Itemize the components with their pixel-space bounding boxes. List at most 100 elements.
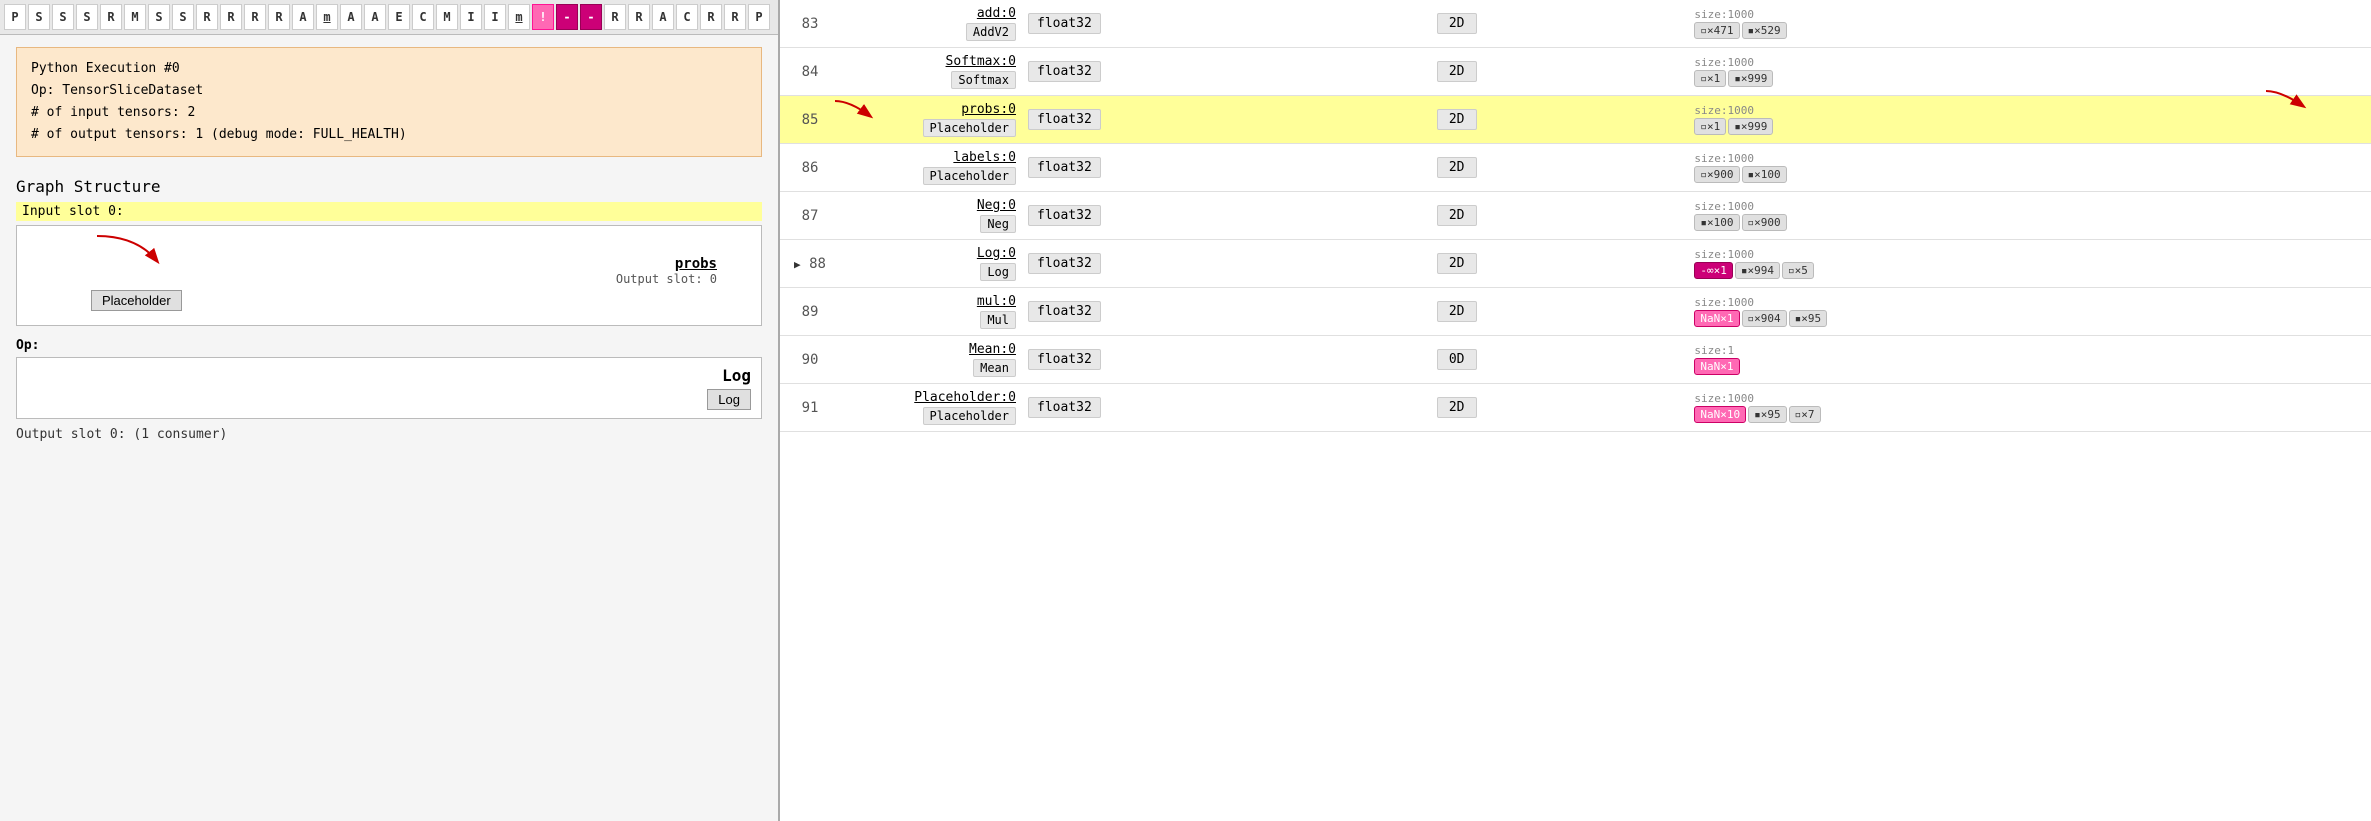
- info-output-tensors: # of output tensors: 1 (debug mode: FULL…: [31, 124, 747, 146]
- char-A4[interactable]: A: [652, 4, 674, 30]
- expand-arrow[interactable]: ▶: [794, 258, 801, 271]
- char-exclaim[interactable]: !: [532, 4, 554, 30]
- dim-badge: 2D: [1437, 61, 1477, 82]
- char-I2[interactable]: I: [484, 4, 506, 30]
- dim-badge: 2D: [1437, 301, 1477, 322]
- dtype-cell: float32: [1020, 48, 1429, 96]
- char-P2[interactable]: P: [748, 4, 770, 30]
- op-name: Log: [722, 366, 751, 385]
- char-I1[interactable]: I: [460, 4, 482, 30]
- op-label: Op:: [16, 338, 762, 353]
- info-title: Python Execution #0: [31, 58, 747, 80]
- char-R5[interactable]: R: [268, 4, 290, 30]
- size-cell: size:1000NaN×10▪×95▫×7: [1686, 384, 2371, 432]
- op-name-link[interactable]: Placeholder:0: [848, 390, 1016, 405]
- op-name-cell: Mean:0Mean: [840, 336, 1020, 384]
- dtype-badge: float32: [1028, 253, 1101, 274]
- char-dash2[interactable]: -: [580, 4, 602, 30]
- size-cell: size:1000▫×1▪×999: [1686, 96, 2371, 144]
- op-button[interactable]: Log: [707, 389, 751, 410]
- char-R9[interactable]: R: [724, 4, 746, 30]
- size-cell: size:1000NaN×1▫×904▪×95: [1686, 288, 2371, 336]
- size-chip: ▫×900: [1742, 214, 1787, 231]
- row-number: 87: [780, 192, 840, 240]
- size-chip: ▪×999: [1728, 70, 1773, 87]
- op-box: Log Log: [16, 357, 762, 419]
- op-name-link[interactable]: Mean:0: [848, 342, 1016, 357]
- size-cell: size:1000▫×471▪×529: [1686, 0, 2371, 48]
- probs-link[interactable]: probs: [31, 256, 747, 272]
- char-S2[interactable]: S: [52, 4, 74, 30]
- table-row: 89mul:0Mulfloat322Dsize:1000NaN×1▫×904▪×…: [780, 288, 2371, 336]
- placeholder-button[interactable]: Placeholder: [91, 290, 182, 311]
- row-number: 83: [780, 0, 840, 48]
- table-row: 87Neg:0Negfloat322Dsize:1000▪×100▫×900: [780, 192, 2371, 240]
- dim-cell: 0D: [1429, 336, 1687, 384]
- op-name-link[interactable]: labels:0: [848, 150, 1016, 165]
- char-A3[interactable]: A: [364, 4, 386, 30]
- row-number: ▶ 88: [780, 240, 840, 288]
- size-chip: ▪×100: [1694, 214, 1739, 231]
- char-S1[interactable]: S: [28, 4, 50, 30]
- right-panel: 83add:0AddV2float322Dsize:1000▫×471▪×529…: [780, 0, 2371, 821]
- char-R6[interactable]: R: [604, 4, 626, 30]
- op-name-link[interactable]: add:0: [848, 6, 1016, 21]
- size-chip: -∞×1: [1694, 262, 1733, 279]
- size-chip: ▫×471: [1694, 22, 1739, 39]
- dim-badge: 2D: [1437, 205, 1477, 226]
- size-label: size:1000: [1694, 392, 2363, 405]
- char-R4[interactable]: R: [244, 4, 266, 30]
- char-A2[interactable]: A: [340, 4, 362, 30]
- dtype-cell: float32: [1020, 96, 1429, 144]
- char-M[interactable]: M: [124, 4, 146, 30]
- size-cell: size:1NaN×1: [1686, 336, 2371, 384]
- size-label: size:1000: [1694, 200, 2363, 213]
- size-chip: ▪×999: [1728, 118, 1773, 135]
- dtype-cell: float32: [1020, 240, 1429, 288]
- op-name-link[interactable]: Neg:0: [848, 198, 1016, 213]
- char-E[interactable]: E: [388, 4, 410, 30]
- char-m2[interactable]: m: [508, 4, 530, 30]
- char-m1[interactable]: m: [316, 4, 338, 30]
- size-chips: ▫×900▪×100: [1694, 166, 2363, 183]
- op-name-cell: mul:0Mul: [840, 288, 1020, 336]
- char-R2[interactable]: R: [196, 4, 218, 30]
- char-R1[interactable]: R: [100, 4, 122, 30]
- dim-cell: 2D: [1429, 240, 1687, 288]
- op-type-badge: AddV2: [966, 23, 1016, 41]
- op-name-link[interactable]: Softmax:0: [848, 54, 1016, 69]
- table-row: 83add:0AddV2float322Dsize:1000▫×471▪×529: [780, 0, 2371, 48]
- op-name-cell: Neg:0Neg: [840, 192, 1020, 240]
- char-M2[interactable]: M: [436, 4, 458, 30]
- size-chip: ▫×904: [1742, 310, 1787, 327]
- size-chips: -∞×1▪×994▫×5: [1694, 262, 2363, 279]
- size-chip: NaN×1: [1694, 310, 1739, 327]
- size-chip: ▫×1: [1694, 118, 1726, 135]
- size-chip: ▪×95: [1789, 310, 1828, 327]
- op-name-link[interactable]: Log:0: [848, 246, 1016, 261]
- size-label: size:1000: [1694, 296, 2363, 309]
- char-bar: P S S S R M S S R R R R A m A A E C M I …: [0, 0, 778, 35]
- char-C1[interactable]: C: [412, 4, 434, 30]
- table-row: ▶ 88Log:0Logfloat322Dsize:1000-∞×1▪×994▫…: [780, 240, 2371, 288]
- char-R7[interactable]: R: [628, 4, 650, 30]
- char-C2[interactable]: C: [676, 4, 698, 30]
- char-S3[interactable]: S: [76, 4, 98, 30]
- size-chip: ▪×100: [1742, 166, 1787, 183]
- char-A1[interactable]: A: [292, 4, 314, 30]
- op-name-link[interactable]: mul:0: [848, 294, 1016, 309]
- char-R8[interactable]: R: [700, 4, 722, 30]
- row-number: 86: [780, 144, 840, 192]
- char-dash1[interactable]: -: [556, 4, 578, 30]
- table-row: 90Mean:0Meanfloat320Dsize:1NaN×1: [780, 336, 2371, 384]
- char-R3[interactable]: R: [220, 4, 242, 30]
- row-number: 84: [780, 48, 840, 96]
- char-S4[interactable]: S: [148, 4, 170, 30]
- size-chips: ▫×471▪×529: [1694, 22, 2363, 39]
- dim-badge: 2D: [1437, 397, 1477, 418]
- char-S5[interactable]: S: [172, 4, 194, 30]
- size-chips: ▫×1▪×999: [1694, 70, 2363, 87]
- char-P[interactable]: P: [4, 4, 26, 30]
- dim-cell: 2D: [1429, 288, 1687, 336]
- size-chips: NaN×1: [1694, 358, 2363, 375]
